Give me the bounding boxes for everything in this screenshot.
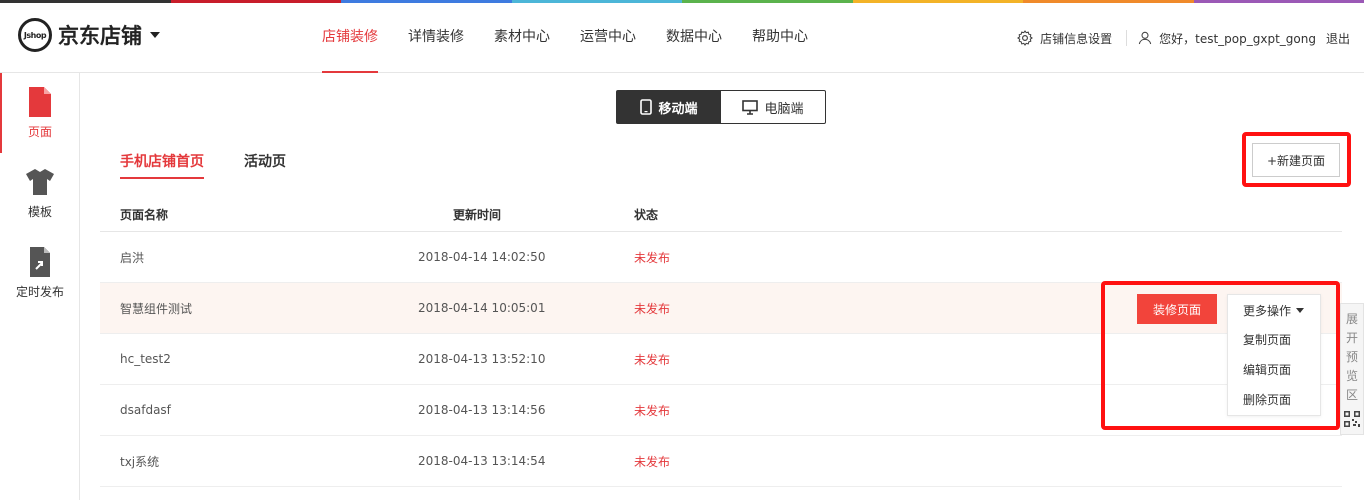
sidebar-item-page[interactable]: 页面	[0, 73, 80, 153]
new-page-button[interactable]: +新建页面	[1252, 143, 1340, 177]
monitor-icon	[742, 99, 759, 115]
nav-item-detail-decoration[interactable]: 详情装修	[408, 3, 464, 73]
page-name: dsafdasf	[120, 403, 171, 417]
divider	[1126, 30, 1128, 46]
preview-tab-char: 预	[1345, 350, 1358, 364]
nav-item-help-center[interactable]: 帮助中心	[752, 3, 808, 73]
update-time: 2018-04-13 13:14:56	[418, 403, 546, 417]
nav-item-shop-decoration[interactable]: 店铺装修	[322, 3, 378, 73]
table-row[interactable]: txj系统 2018-04-13 13:14:54 未发布	[100, 436, 1342, 487]
preview-tab-char: 览	[1345, 369, 1358, 383]
page-icon	[29, 86, 51, 117]
nav-item-data-center[interactable]: 数据中心	[666, 3, 722, 73]
update-time: 2018-04-14 10:05:01	[418, 301, 546, 315]
page-name: txj系统	[120, 454, 160, 469]
pc-tab-label: 电脑端	[764, 101, 804, 117]
preview-tab-char: 展	[1345, 312, 1358, 326]
page-table: 页面名称 更新时间 状态 启洪 2018-04-14 14:02:50 未发布 …	[100, 198, 1342, 487]
sidebar-item-label: 页面	[27, 124, 52, 139]
user-info: 您好，test_pop_gxpt_gong	[1137, 30, 1316, 47]
main-nav: 店铺装修 详情装修 素材中心 运营中心 数据中心 帮助中心	[322, 3, 838, 73]
more-actions-dropdown: 更多操作 复制页面 编辑页面 删除页面	[1227, 294, 1321, 416]
update-time: 2018-04-14 14:02:50	[418, 250, 546, 264]
user-icon	[1138, 31, 1152, 45]
logout-link[interactable]: 退出	[1326, 30, 1350, 47]
table-row[interactable]: dsafdasf 2018-04-13 13:14:56 未发布	[100, 385, 1342, 436]
more-actions-toggle[interactable]: 更多操作	[1228, 295, 1320, 325]
status-text: 未发布	[634, 250, 671, 265]
top-bar: Jshop 京东店铺 店铺装修 详情装修 素材中心 运营中心 数据中心 帮助中心…	[0, 3, 1364, 73]
col-header-time: 更新时间	[453, 208, 502, 222]
tab-activity-page[interactable]: 活动页	[244, 151, 286, 179]
jshop-logo-icon: Jshop	[18, 18, 52, 52]
col-header-status: 状态	[634, 208, 659, 222]
status-text: 未发布	[634, 301, 671, 316]
menu-item-delete-page[interactable]: 删除页面	[1228, 385, 1320, 415]
table-header: 页面名称 更新时间 状态	[100, 198, 1342, 232]
caret-down-icon	[1296, 307, 1305, 313]
table-row[interactable]: hc_test2 2018-04-13 13:52:10 未发布	[100, 334, 1342, 385]
shop-settings-link[interactable]: 店铺信息设置	[1016, 29, 1112, 47]
tshirt-icon	[26, 168, 54, 195]
sidebar-item-label: 定时发布	[15, 284, 64, 299]
user-greeting: 您好，test_pop_gxpt_gong	[1159, 31, 1316, 46]
page-name: 启洪	[120, 250, 145, 265]
menu-item-edit-page[interactable]: 编辑页面	[1228, 355, 1320, 385]
sidebar-item-scheduled-publish[interactable]: 定时发布	[0, 233, 80, 313]
brand-name: 京东店铺	[58, 24, 142, 48]
sidebar-item-template[interactable]: 模板	[0, 153, 80, 233]
pc-tab[interactable]: 电脑端	[721, 91, 825, 123]
device-toggle: 移动端 电脑端	[616, 90, 826, 124]
table-row[interactable]: 智慧组件测试 2018-04-14 10:05:01 未发布 装修页面	[100, 283, 1342, 334]
nav-item-operation-center[interactable]: 运营中心	[580, 3, 636, 73]
gear-icon	[1017, 30, 1033, 46]
sidebar-item-label: 模板	[27, 204, 52, 219]
top-right-area: 店铺信息设置 您好，test_pop_gxpt_gong 退出	[1016, 3, 1350, 73]
status-text: 未发布	[634, 352, 671, 367]
mobile-tab-label: 移动端	[658, 101, 698, 117]
decorate-page-button[interactable]: 装修页面	[1137, 294, 1217, 324]
caret-down-icon	[150, 32, 160, 38]
main-content: 移动端 电脑端 手机店铺首页 活动页 +新建页面 页面名称 更新时间 状态 启洪…	[100, 73, 1351, 500]
page-name: hc_test2	[120, 352, 171, 366]
scheduled-publish-icon	[30, 246, 50, 277]
qr-code-icon	[1344, 411, 1360, 427]
expand-preview-tab[interactable]: 展 开 预 览 区	[1340, 303, 1364, 435]
more-actions-label: 更多操作	[1243, 303, 1292, 318]
phone-icon	[640, 99, 653, 115]
update-time: 2018-04-13 13:14:54	[418, 454, 546, 468]
menu-item-copy-page[interactable]: 复制页面	[1228, 325, 1320, 355]
status-text: 未发布	[634, 403, 671, 418]
preview-tab-char: 区	[1345, 388, 1358, 402]
table-row[interactable]: 启洪 2018-04-14 14:02:50 未发布	[100, 232, 1342, 283]
logo-mark-text: Jshop	[23, 30, 47, 40]
status-text: 未发布	[634, 454, 671, 469]
shop-settings-label: 店铺信息设置	[1040, 31, 1113, 46]
tab-mobile-home[interactable]: 手机店铺首页	[120, 151, 204, 179]
shop-switcher[interactable]: Jshop 京东店铺	[18, 18, 160, 52]
mobile-tab[interactable]: 移动端	[617, 91, 721, 123]
nav-item-material-center[interactable]: 素材中心	[494, 3, 550, 73]
page-name: 智慧组件测试	[120, 301, 193, 316]
left-sidebar: 页面 模板 定时发布	[0, 73, 80, 500]
col-header-name: 页面名称	[120, 208, 169, 222]
page-type-tabs: 手机店铺首页 活动页	[120, 151, 326, 179]
preview-tab-char: 开	[1345, 331, 1358, 345]
update-time: 2018-04-13 13:52:10	[418, 352, 546, 366]
